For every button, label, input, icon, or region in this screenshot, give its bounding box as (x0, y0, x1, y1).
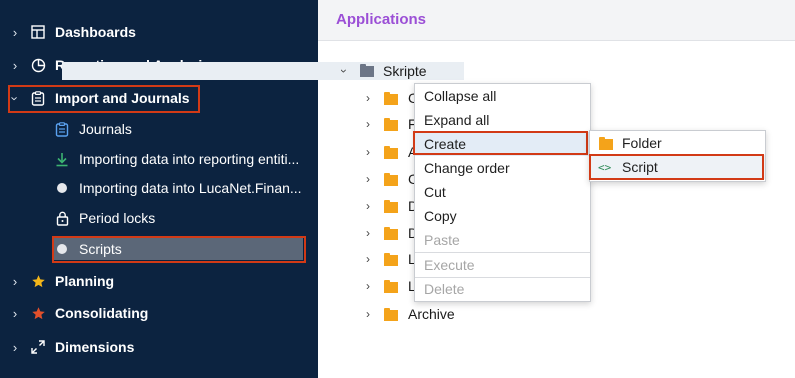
tree-node-label: Skripte (383, 63, 427, 79)
highlight-box (52, 236, 306, 263)
tree-node[interactable]: › C (362, 86, 422, 110)
tree-node[interactable]: › L (362, 274, 422, 298)
menu-item-label: Collapse all (424, 88, 497, 104)
menu-item-execute[interactable]: Execute (415, 253, 590, 277)
journal-icon (54, 121, 70, 137)
sidebar-item-dashboards[interactable]: › Dashboards (0, 17, 318, 47)
sidebar-item-planning[interactable]: › Planning (0, 266, 318, 296)
page-header: Applications (318, 0, 795, 41)
folder-icon (384, 200, 398, 213)
menu-item-label: Paste (424, 232, 460, 248)
menu-item-cut[interactable]: Cut (415, 180, 590, 204)
lock-icon (54, 210, 70, 226)
download-icon (54, 151, 70, 167)
folder-icon (384, 227, 398, 240)
chevron-right-icon[interactable]: › (362, 145, 374, 159)
chevron-right-icon[interactable]: › (362, 252, 374, 266)
highlight-box (8, 85, 200, 113)
tree-node-root[interactable]: › Skripte (337, 59, 778, 83)
folder-icon (360, 64, 374, 77)
sidebar-item-dimensions[interactable]: › Dimensions (0, 332, 318, 362)
chevron-right-icon: › (12, 305, 18, 321)
tree-node[interactable]: › L (362, 247, 422, 271)
sidebar-item-label: Dimensions (55, 339, 135, 355)
sidebar-item-label: Planning (55, 273, 115, 289)
sidebar-subitem-label: Period locks (79, 210, 156, 226)
menu-item-label: Delete (424, 281, 465, 297)
highlight-box (413, 131, 588, 155)
page-title: Applications (336, 11, 427, 28)
sidebar-subitem-period-locks[interactable]: Period locks (0, 205, 318, 231)
sidebar-item-label: Dashboards (55, 24, 136, 40)
sidebar-subitem-label: Importing data into reporting entiti... (79, 151, 300, 167)
tree-node[interactable]: › C (362, 167, 422, 191)
menu-item-delete[interactable]: Delete (415, 277, 590, 301)
sidebar-subitem-importing-lucanet[interactable]: Importing data into LucaNet.Finan... (0, 175, 318, 201)
pie-chart-icon (30, 57, 46, 73)
chevron-right-icon[interactable]: › (362, 226, 374, 240)
sidebar-subitem-journals[interactable]: Journals (0, 116, 318, 142)
star-icon (30, 273, 46, 289)
context-menu: Collapse all Expand all Create Change or… (414, 83, 591, 302)
menu-item-label: Change order (424, 160, 510, 176)
chevron-right-icon: › (12, 273, 18, 289)
chevron-right-icon[interactable]: › (362, 172, 374, 186)
chevron-right-icon[interactable]: › (362, 199, 374, 213)
tree-node-label: Archive (408, 306, 455, 322)
sidebar-subitem-importing-reporting[interactable]: Importing data into reporting entiti... (0, 146, 318, 172)
menu-item-label: Expand all (424, 112, 490, 128)
folder-icon (384, 308, 398, 321)
chevron-right-icon: › (12, 57, 18, 73)
tree-node-archive[interactable]: › Archive (362, 302, 502, 326)
sidebar-subitem-label: Journals (79, 121, 132, 137)
menu-item-label: Execute (424, 257, 475, 273)
chevron-right-icon[interactable]: › (362, 91, 374, 105)
folder-icon (599, 137, 613, 150)
menu-item-paste[interactable]: Paste (415, 228, 590, 252)
folder-icon (384, 280, 398, 293)
submenu-item-label: Folder (622, 135, 662, 151)
chevron-right-icon[interactable]: › (362, 117, 374, 131)
chevron-right-icon[interactable]: › (362, 279, 374, 293)
expand-arrows-icon (30, 339, 46, 355)
circle-icon (54, 180, 70, 196)
chevron-right-icon: › (12, 24, 18, 40)
dashboard-icon (30, 24, 46, 40)
highlight-box (589, 154, 764, 180)
menu-item-collapse-all[interactable]: Collapse all (415, 84, 590, 108)
folder-icon (384, 173, 398, 186)
folder-icon (384, 146, 398, 159)
sidebar-subitem-label: Importing data into LucaNet.Finan... (79, 180, 302, 196)
submenu-item-folder[interactable]: Folder (590, 131, 765, 155)
folder-icon (384, 92, 398, 105)
tree-node[interactable]: › D (362, 194, 422, 218)
menu-item-label: Cut (424, 184, 446, 200)
menu-item-change-order[interactable]: Change order (415, 156, 590, 180)
folder-icon (384, 118, 398, 131)
sidebar: › Dashboards › Reporting and Analyzing ›… (0, 0, 318, 378)
menu-item-copy[interactable]: Copy (415, 204, 590, 228)
menu-item-label: Copy (424, 208, 457, 224)
sidebar-item-label: Consolidating (55, 305, 149, 321)
menu-item-expand-all[interactable]: Expand all (415, 108, 590, 132)
folder-icon (384, 253, 398, 266)
star-icon (30, 305, 46, 321)
chevron-right-icon[interactable]: › (362, 307, 374, 321)
sidebar-item-consolidating[interactable]: › Consolidating (0, 298, 318, 328)
chevron-down-icon[interactable]: › (337, 65, 351, 77)
chevron-right-icon: › (12, 339, 18, 355)
tree-node[interactable]: › D (362, 221, 422, 245)
